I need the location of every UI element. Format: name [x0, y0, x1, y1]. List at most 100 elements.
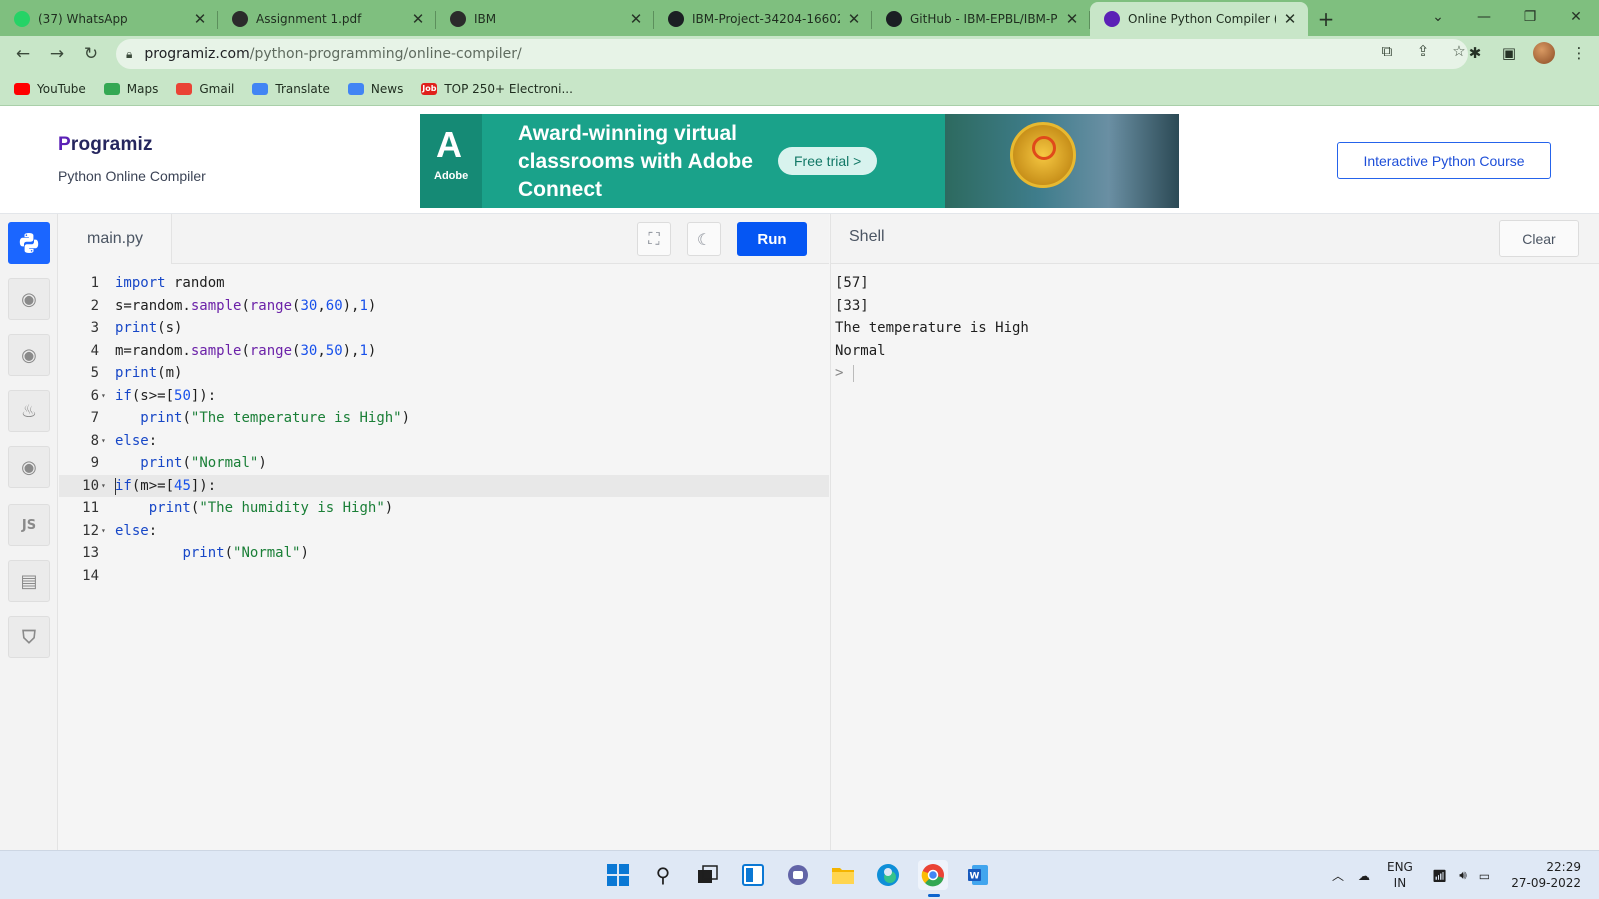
tab-close-icon[interactable]: ✕ [846, 10, 862, 28]
ad-headline: Award-winning virtual classrooms with Ad… [518, 122, 753, 201]
browser-tab[interactable]: (37) WhatsApp ✕ [0, 2, 218, 36]
tab-close-icon[interactable]: ✕ [1064, 10, 1080, 28]
browser-tab[interactable]: Online Python Compiler (In ✕ [1090, 2, 1308, 36]
dark-mode-moon-icon[interactable]: ☾ [687, 222, 721, 256]
lock-icon[interactable]: 🔒︎ [126, 47, 132, 62]
url-host: programiz.com [144, 46, 250, 62]
word-app-icon[interactable]: W [963, 860, 993, 890]
chrome-browser-icon[interactable] [918, 860, 948, 897]
code-line[interactable]: 7 print("The temperature is High") [59, 407, 829, 429]
code-line[interactable]: 5 print(m) [59, 362, 829, 384]
cpp-language-icon[interactable]: ◉ [8, 446, 50, 488]
restore-button[interactable]: ❐ [1507, 0, 1553, 34]
reload-button[interactable]: ↻ [74, 37, 108, 71]
tab-close-icon[interactable]: ✕ [628, 10, 644, 28]
code-line[interactable]: 12 ▾ else: [59, 520, 829, 542]
fullscreen-icon[interactable]: ⛶ [637, 222, 671, 256]
omnibox-actions: ⧉ ⇪ ☆ [1377, 42, 1469, 60]
share-icon[interactable]: ⇪ [1413, 42, 1433, 60]
python-language-icon[interactable] [8, 222, 50, 264]
award-e-icon [1032, 136, 1056, 160]
input-language-indicator[interactable]: ENG IN [1387, 859, 1413, 891]
bookmark-item[interactable]: Gmail [176, 82, 234, 96]
browser-tab[interactable]: Assignment 1.pdf ✕ [218, 2, 436, 36]
run-button[interactable]: Run [737, 222, 807, 256]
edge-browser-icon[interactable] [873, 860, 903, 890]
c-language-icon[interactable]: ◉ [8, 334, 50, 376]
volume-icon[interactable]: 🔊︎ [1459, 868, 1467, 883]
windows-start-icon[interactable] [603, 860, 633, 890]
address-bar[interactable]: 🔒︎ programiz.com/python-programming/onli… [116, 39, 1468, 69]
new-tab-button[interactable]: + [1308, 2, 1344, 36]
html5-icon[interactable]: ⛉ [8, 616, 50, 658]
clear-button[interactable]: Clear [1499, 220, 1579, 257]
search-icon[interactable]: ⚲ [648, 860, 678, 890]
teams-chat-icon[interactable] [783, 860, 813, 890]
free-trial-button[interactable]: Free trial > [778, 147, 878, 175]
bookmark-label: YouTube [37, 81, 86, 96]
bookmark-item[interactable]: News [347, 81, 404, 96]
bookmark-item[interactable]: Maps [103, 82, 158, 96]
minimize-button[interactable]: — [1461, 0, 1507, 34]
adobe-ad-banner[interactable]: A Adobe Award-winning virtual classrooms… [420, 114, 1179, 208]
code-line[interactable]: 11 print("The humidity is High") [59, 497, 829, 519]
battery-icon[interactable]: ▭ [1479, 869, 1490, 883]
code-line[interactable]: 10 ▾ if(m>=[45]): [59, 474, 829, 497]
url-path: /python-programming/online-compiler/ [249, 46, 522, 62]
code-line[interactable]: 9 print("Normal") [59, 452, 829, 474]
tab-search-icon[interactable]: ⌄ [1415, 0, 1461, 34]
wifi-icon[interactable]: 📶︎ [1432, 869, 1447, 883]
profile-avatar[interactable] [1533, 42, 1555, 64]
code-line[interactable]: 3 print(s) [59, 317, 829, 339]
file-explorer-icon[interactable] [828, 860, 858, 890]
tab-close-icon[interactable]: ✕ [410, 10, 426, 28]
task-view-icon[interactable] [693, 860, 723, 890]
tab-close-icon[interactable]: ✕ [192, 10, 208, 28]
bookmark-label: News [370, 81, 404, 96]
code-editor[interactable]: 1 import random 2 s=random.sample(range(30,… [59, 264, 829, 850]
bookmark-item[interactable]: YouTube [14, 82, 86, 96]
browser-tab[interactable]: IBM-Project-34204-166023 ✕ [654, 2, 872, 36]
fold-arrow-icon[interactable]: ▾ [101, 475, 106, 497]
fold-arrow-icon[interactable]: ▾ [101, 385, 106, 407]
line-number: 14 [82, 567, 99, 584]
extensions-icon[interactable]: ✱ [1465, 44, 1485, 62]
tab-title: (37) WhatsApp [38, 12, 128, 26]
code-line[interactable]: 2 s=random.sample(range(30,60),1) [59, 295, 829, 317]
code-line[interactable]: 14 [59, 565, 829, 587]
shell-output[interactable]: [57] [33] The temperature is High Normal > [830, 264, 1599, 850]
onedrive-cloud-icon[interactable]: ☁ [1358, 869, 1370, 883]
sql-database-icon[interactable]: ▤ [8, 560, 50, 602]
close-window-button[interactable]: ✕ [1553, 0, 1599, 34]
javascript-language-icon[interactable]: JS [8, 504, 50, 546]
forward-button[interactable]: → [40, 37, 74, 71]
fold-arrow-icon[interactable]: ▾ [101, 520, 106, 542]
r-language-icon[interactable]: ◉ [8, 278, 50, 320]
translate-icon[interactable]: ⧉ [1377, 42, 1397, 60]
bookmark-label: TOP 250+ Electroni... [444, 81, 573, 96]
side-panel-icon[interactable]: ▣ [1499, 44, 1519, 62]
tab-close-icon[interactable]: ✕ [1282, 10, 1298, 28]
bookmark-item[interactable]: Job TOP 250+ Electroni... [421, 82, 573, 96]
line-number: 5 [90, 365, 99, 381]
programiz-logo[interactable]: Programiz [58, 134, 153, 156]
system-clock[interactable]: 22:29 27-09-2022 [1511, 859, 1581, 891]
java-language-icon[interactable]: ♨ [8, 390, 50, 432]
widgets-icon[interactable] [738, 860, 768, 890]
fold-arrow-icon[interactable]: ▾ [101, 430, 106, 452]
back-button[interactable]: ← [6, 37, 40, 71]
code-line[interactable]: 4 m=random.sample(range(30,50),1) [59, 340, 829, 362]
quick-settings[interactable]: 📶︎ 🔊︎ ▭ [1432, 851, 1490, 899]
code-line[interactable]: 6 ▾ if(s>=[50]): [59, 385, 829, 407]
code-line[interactable]: 1 import random [59, 272, 829, 294]
interactive-python-course-button[interactable]: Interactive Python Course [1337, 142, 1551, 179]
code-line[interactable]: 13 print("Normal") [59, 542, 829, 564]
browser-tab[interactable]: GitHub - IBM-EPBL/IBM-Pr ✕ [872, 2, 1090, 36]
browser-tab[interactable]: IBM ✕ [436, 2, 654, 36]
file-tab-main-py[interactable]: main.py [59, 214, 172, 264]
code-line[interactable]: 8 ▾ else: [59, 430, 829, 452]
show-hidden-icons-chevron-icon[interactable]: ︿ [1332, 867, 1344, 884]
shell-prompt[interactable]: > [835, 362, 843, 384]
bookmark-item[interactable]: Translate [252, 82, 330, 96]
menu-kebab-icon[interactable]: ⋮ [1569, 44, 1589, 62]
